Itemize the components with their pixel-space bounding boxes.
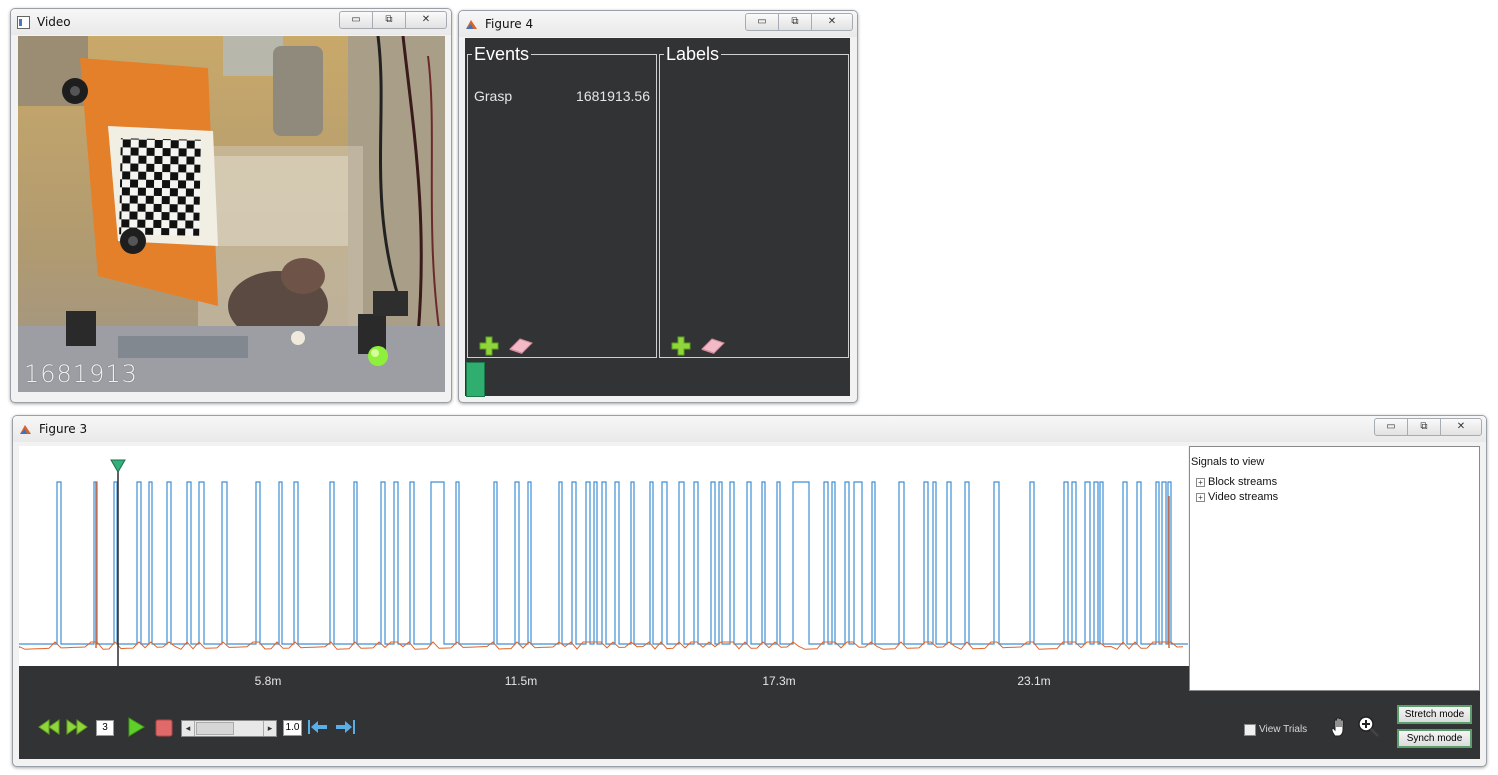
figure4-window: Figure 4 ▭ ⧉ ✕ Events Grasp 1681913.56 L… xyxy=(458,10,858,403)
restore-button[interactable]: ⧉ xyxy=(778,13,812,31)
add-event-icon[interactable] xyxy=(478,335,500,357)
frame-counter: 1681913 xyxy=(24,360,138,388)
matlab-icon xyxy=(466,20,477,29)
time-tick-label: 17.3m xyxy=(762,674,796,688)
slider-right-arrow-icon[interactable]: ▸ xyxy=(263,721,276,736)
orange-signal-trace xyxy=(18,641,1184,650)
signals-panel: Signals to view + Block streams + Video … xyxy=(1189,446,1480,691)
event-time: 1681913.56 xyxy=(576,88,650,104)
slider-left-arrow-icon[interactable]: ◂ xyxy=(182,721,195,736)
video-frame-image xyxy=(18,36,445,392)
minimize-button[interactable]: ▭ xyxy=(1374,418,1408,436)
view-trials-checkbox[interactable] xyxy=(1244,724,1256,736)
time-tick-label: 5.8m xyxy=(254,674,282,688)
pan-hand-icon[interactable] xyxy=(1329,716,1351,738)
restore-icon: ⧉ xyxy=(791,16,799,27)
signal-traces xyxy=(18,459,1188,666)
close-button[interactable]: ✕ xyxy=(405,11,447,29)
close-icon: ✕ xyxy=(421,14,431,25)
zoom-in-icon[interactable] xyxy=(1357,715,1381,739)
restore-button[interactable]: ⧉ xyxy=(1407,418,1441,436)
close-icon: ✕ xyxy=(827,16,837,27)
minimize-button[interactable]: ▭ xyxy=(745,13,779,31)
events-panel-title: Events xyxy=(472,44,532,65)
figure3-titlebar[interactable]: Figure 3 ▭ ⧉ ✕ xyxy=(13,416,1486,442)
slider-thumb[interactable] xyxy=(196,722,234,735)
tree-item-label: Block streams xyxy=(1208,476,1278,488)
minimize-button[interactable]: ▭ xyxy=(339,11,373,29)
minimize-icon: ▭ xyxy=(351,14,361,25)
minimize-icon: ▭ xyxy=(757,16,767,27)
tree-item-video-streams[interactable]: + Video streams xyxy=(1196,491,1278,503)
close-button[interactable]: ✕ xyxy=(1440,418,1482,436)
figure3-window: Figure 3 ▭ ⧉ ✕ 5.8m 11.5m 17.3m 23.1m Si… xyxy=(12,415,1487,767)
speed-input[interactable]: 3 xyxy=(96,720,114,736)
events-panel: Events Grasp 1681913.56 xyxy=(467,44,657,358)
restore-button[interactable]: ⧉ xyxy=(372,11,406,29)
step-back-icon[interactable] xyxy=(307,718,329,736)
zoom-input[interactable]: 1.0 xyxy=(283,720,302,736)
tree-item-label: Video streams xyxy=(1208,491,1279,503)
expand-icon[interactable]: + xyxy=(1196,492,1205,502)
time-tick-label: 23.1m xyxy=(1017,674,1051,688)
blue-signal-trace xyxy=(19,481,1188,645)
signals-panel-title: Signals to view xyxy=(1191,456,1265,468)
video-window: Video ▭ ⧉ ✕ 1681913 xyxy=(10,8,452,403)
video-frame: 1681913 xyxy=(18,36,445,392)
fast-forward-icon[interactable] xyxy=(66,718,88,736)
figure3-title: Figure 3 xyxy=(39,422,88,436)
event-name: Grasp xyxy=(474,88,513,104)
view-trials-label: View Trials xyxy=(1259,724,1308,735)
step-forward-icon[interactable] xyxy=(334,718,356,736)
labels-panel: Labels xyxy=(659,44,849,358)
eraser-icon[interactable] xyxy=(508,337,534,355)
add-label-icon[interactable] xyxy=(670,335,692,357)
tree-item-block-streams[interactable]: + Block streams xyxy=(1196,476,1277,488)
time-slider[interactable]: ◂ ▸ xyxy=(181,720,277,737)
video-app-icon xyxy=(17,16,30,29)
play-icon[interactable] xyxy=(126,716,146,738)
progress-indicator xyxy=(466,362,485,397)
figure4-body: Events Grasp 1681913.56 Labels xyxy=(465,38,850,397)
close-icon: ✕ xyxy=(1456,421,1466,432)
video-titlebar[interactable]: Video ▭ ⧉ ✕ xyxy=(11,9,451,35)
matlab-icon xyxy=(20,425,31,434)
stop-icon[interactable] xyxy=(154,718,174,738)
minimize-icon: ▭ xyxy=(1386,421,1396,432)
synch-mode-button[interactable]: Synch mode xyxy=(1397,729,1472,748)
figure4-titlebar[interactable]: Figure 4 ▭ ⧉ ✕ xyxy=(459,11,857,37)
time-tick-label: 11.5m xyxy=(504,674,538,688)
time-cursor-marker[interactable] xyxy=(110,459,126,473)
labels-panel-title: Labels xyxy=(664,44,722,65)
restore-icon: ⧉ xyxy=(385,14,393,25)
event-row[interactable]: Grasp 1681913.56 xyxy=(474,88,650,104)
close-button[interactable]: ✕ xyxy=(811,13,853,31)
eraser-icon[interactable] xyxy=(700,337,726,355)
figure4-title: Figure 4 xyxy=(485,17,534,31)
signal-plot[interactable] xyxy=(18,446,1188,666)
expand-icon[interactable]: + xyxy=(1196,477,1205,487)
stretch-mode-button[interactable]: Stretch mode xyxy=(1397,705,1472,724)
restore-icon: ⧉ xyxy=(1420,421,1428,432)
video-window-title: Video xyxy=(37,15,71,29)
rewind-icon[interactable] xyxy=(38,718,60,736)
